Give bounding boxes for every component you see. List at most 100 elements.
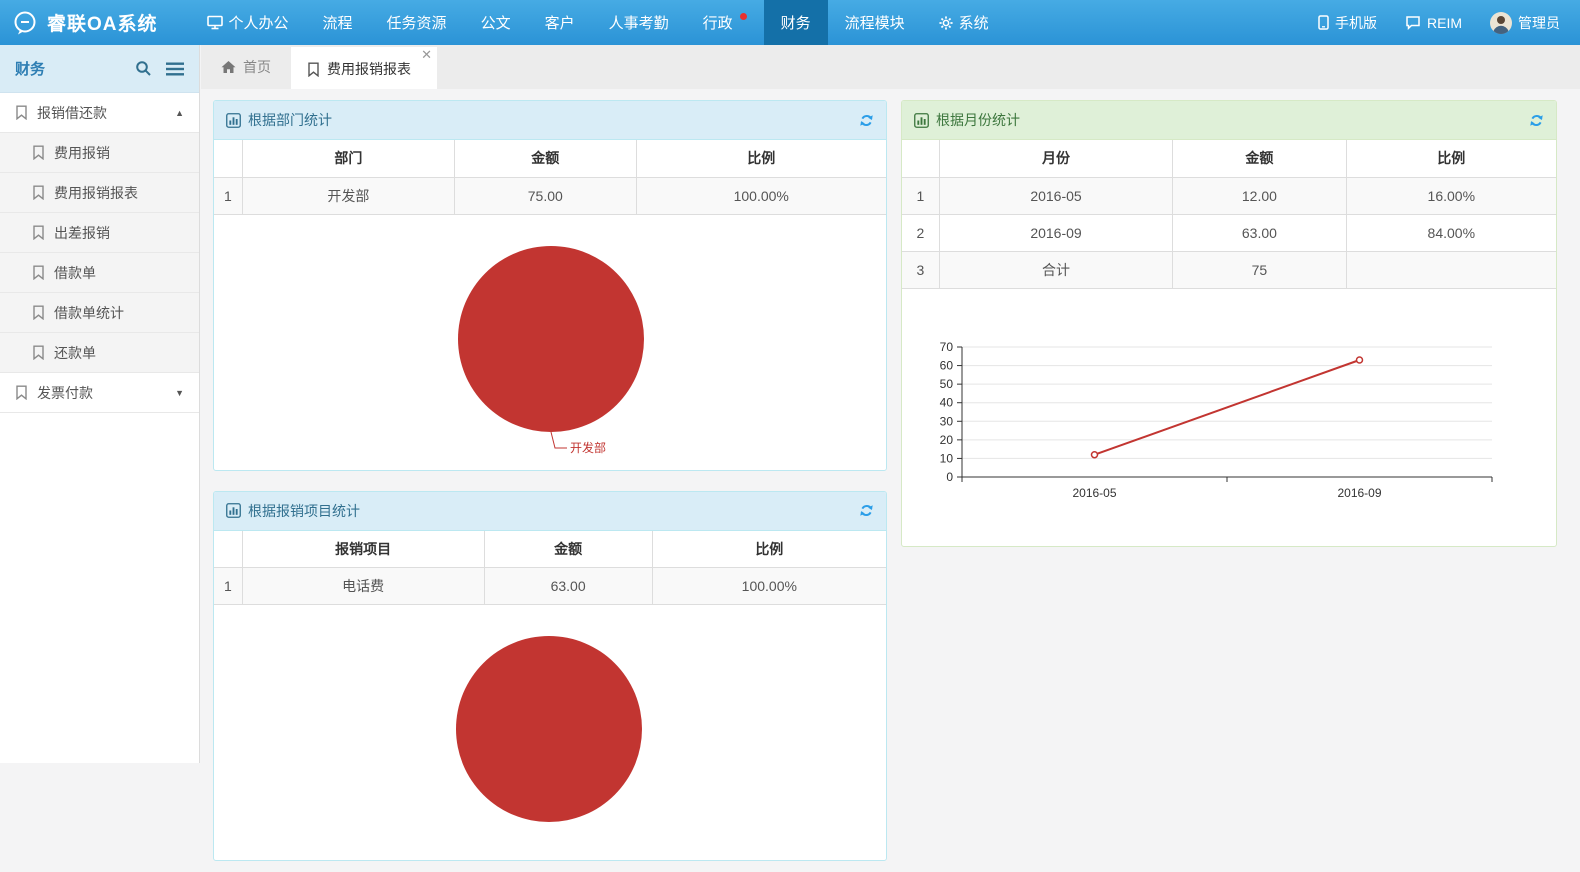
refresh-icon[interactable] xyxy=(1529,113,1544,128)
sidebar-item-label: 借款单 xyxy=(54,263,96,283)
nav-item[interactable]: 客户 xyxy=(528,0,592,45)
brand[interactable]: 睿联OA系统 xyxy=(0,0,172,45)
tab-active[interactable]: 费用报销报表✕ xyxy=(291,47,437,89)
close-icon[interactable]: ✕ xyxy=(421,48,432,61)
nav-item[interactable]: 人事考勤 xyxy=(592,0,686,45)
row-index-header xyxy=(214,140,242,177)
month-table: 月份金额比例12016-0512.0016.00%22016-0963.0084… xyxy=(902,140,1556,289)
caret-up-icon: ▲ xyxy=(175,108,184,118)
table-cell: 16.00% xyxy=(1346,177,1556,214)
table-cell: 63.00 xyxy=(484,568,652,605)
sidebar-group[interactable]: 发票付款▼ xyxy=(0,373,199,413)
table-cell: 84.00% xyxy=(1346,214,1556,251)
tab[interactable]: 首页 xyxy=(201,45,291,89)
sidebar-item[interactable]: 出差报销 xyxy=(0,213,199,253)
nav-item[interactable]: 手机版 xyxy=(1304,0,1391,45)
nav-item[interactable]: 管理员 xyxy=(1476,0,1574,45)
sidebar-menu: 报销借还款 ▲ 费用报销费用报销报表出差报销借款单借款单统计还款单发票付款▼ xyxy=(0,93,199,413)
sidebar-item[interactable]: 借款单 xyxy=(0,253,199,293)
avatar xyxy=(1490,12,1512,34)
nav-item[interactable]: 任务资源 xyxy=(370,0,464,45)
table-header-row: 月份金额比例 xyxy=(902,140,1556,177)
nav-item-label: 个人办公 xyxy=(229,12,289,33)
caret-down-icon: ▼ xyxy=(175,388,184,398)
row-index: 3 xyxy=(902,251,939,288)
svg-text:10: 10 xyxy=(940,451,954,465)
tab-bar: 首页费用报销报表✕ xyxy=(201,45,1580,89)
svg-text:70: 70 xyxy=(940,340,954,354)
sidebar-item-label: 借款单统计 xyxy=(54,303,124,323)
search-icon[interactable] xyxy=(135,60,152,77)
menu-icon[interactable] xyxy=(166,62,184,76)
svg-text:40: 40 xyxy=(940,395,954,409)
nav-item-label: 行政 xyxy=(703,12,733,33)
nav-item[interactable]: 公文 xyxy=(464,0,528,45)
nav-item[interactable]: 流程模块 xyxy=(828,0,922,45)
column-header: 月份 xyxy=(939,140,1172,177)
nav-item[interactable]: REIM xyxy=(1391,0,1476,45)
column-header: 比例 xyxy=(652,531,886,568)
table-cell: 2016-05 xyxy=(939,177,1172,214)
top-navbar: 睿联OA系统 个人办公流程任务资源公文客户人事考勤 行政 财务流程模块系统 手机版 R… xyxy=(0,0,1580,45)
nav-item[interactable]: 财务 xyxy=(764,0,828,45)
table-cell: 75.00 xyxy=(455,177,636,214)
sidebar-item-label: 出差报销 xyxy=(54,223,110,243)
pie-slice-label: 开发部 xyxy=(570,440,606,455)
table-row: 3合计75 xyxy=(902,251,1556,288)
nav-item-label: 手机版 xyxy=(1335,13,1377,33)
row-index: 1 xyxy=(214,568,242,605)
nav-item-label: 人事考勤 xyxy=(609,12,669,33)
sidebar-title: 财务 xyxy=(15,58,135,79)
panel-title: 根据报销项目统计 xyxy=(248,501,360,521)
sidebar-group[interactable]: 报销借还款 ▲ xyxy=(0,93,199,133)
row-index: 1 xyxy=(902,177,939,214)
svg-text:0: 0 xyxy=(946,470,953,484)
refresh-icon[interactable] xyxy=(859,113,874,128)
home-icon xyxy=(221,60,236,74)
table-cell: 合计 xyxy=(939,251,1172,288)
sidebar-item[interactable]: 费用报销 xyxy=(0,133,199,173)
nav-item-label: REIM xyxy=(1427,15,1462,31)
bar-chart-icon xyxy=(226,113,241,128)
sidebar-item-label: 费用报销 xyxy=(54,143,110,163)
panel-month-stats: 根据月份统计 月份金额比例12016-0512.0016.00%22016-09… xyxy=(901,100,1557,547)
column-header: 部门 xyxy=(242,140,454,177)
nav-item[interactable]: 流程 xyxy=(306,0,370,45)
bookmark-icon xyxy=(15,385,28,400)
bookmark-icon xyxy=(32,305,45,320)
table-row: 12016-0512.0016.00% xyxy=(902,177,1556,214)
column-header: 比例 xyxy=(1346,140,1556,177)
bar-chart-icon xyxy=(226,503,241,518)
table-row: 22016-0963.0084.00% xyxy=(902,214,1556,251)
sidebar-group-label: 报销借还款 xyxy=(37,103,107,123)
sidebar-item[interactable]: 费用报销报表 xyxy=(0,173,199,213)
bookmark-icon xyxy=(32,145,45,160)
sidebar-item-label: 还款单 xyxy=(54,343,96,363)
sidebar-item[interactable]: 借款单统计 xyxy=(0,293,199,333)
table-row: 1电话费63.00100.00% xyxy=(214,568,886,605)
bookmark-icon xyxy=(32,345,45,360)
sidebar-item[interactable]: 还款单 xyxy=(0,333,199,373)
bookmark-icon xyxy=(32,265,45,280)
table-cell: 100.00% xyxy=(652,568,886,605)
nav-item[interactable]: 个人办公 xyxy=(190,0,306,45)
table-cell: 100.00% xyxy=(636,177,886,214)
column-header: 报销项目 xyxy=(242,531,484,568)
nav-item[interactable]: 系统 xyxy=(922,0,1006,45)
nav-item-label: 流程模块 xyxy=(845,12,905,33)
row-index-header xyxy=(902,140,939,177)
refresh-icon[interactable] xyxy=(859,503,874,518)
brand-logo-icon xyxy=(12,10,38,36)
row-index: 2 xyxy=(902,214,939,251)
nav-item[interactable]: 行政 xyxy=(686,0,764,45)
panel-heading: 根据部门统计 xyxy=(214,101,886,140)
bookmark-icon xyxy=(32,185,45,200)
table-cell: 2016-09 xyxy=(939,214,1172,251)
panel-title: 根据部门统计 xyxy=(248,110,332,130)
svg-text:20: 20 xyxy=(940,432,954,446)
main-area: 首页费用报销报表✕ 根据部门统计 部门金额比例1开发部75.00100.00% xyxy=(201,45,1580,763)
table-cell: 开发部 xyxy=(242,177,454,214)
month-line-chart: 0102030405060702016-052016-09 xyxy=(902,289,1556,546)
department-table: 部门金额比例1开发部75.00100.00% xyxy=(214,140,886,215)
department-pie-chart: 开发部 xyxy=(214,215,886,470)
